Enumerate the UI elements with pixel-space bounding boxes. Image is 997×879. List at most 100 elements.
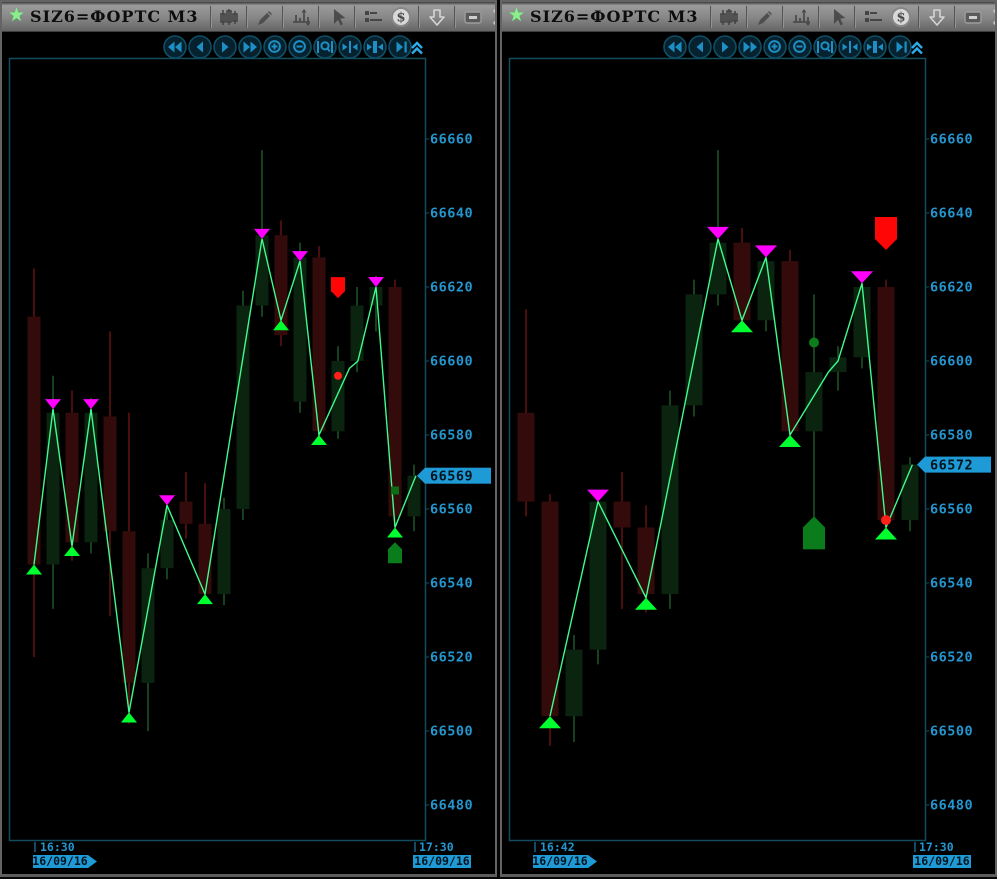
buy-signal-pentagon: [388, 542, 402, 563]
nav-zoom-out-button[interactable]: [289, 36, 311, 58]
toolbar-separator: [710, 6, 712, 28]
close-button[interactable]: [988, 4, 995, 30]
restore-button[interactable]: [960, 4, 986, 30]
candle: [686, 280, 703, 417]
nav-fit-vertical-button[interactable]: [364, 36, 386, 58]
pivot-low-triangle: [635, 598, 657, 610]
red-dot-marker: [881, 515, 891, 525]
trades-button[interactable]: [288, 4, 314, 30]
candle: [313, 246, 326, 442]
pencil-button[interactable]: [752, 4, 778, 30]
levels-button[interactable]: [360, 4, 386, 30]
nav-collapse-button[interactable]: [412, 43, 422, 54]
candle: [590, 494, 607, 664]
close-button[interactable]: [488, 4, 495, 30]
candle: [66, 391, 79, 561]
nav-fast-forward-button[interactable]: [239, 36, 261, 58]
nav-step-forward-button[interactable]: [214, 36, 236, 58]
green-dot-marker: [809, 338, 819, 348]
price-axis-label: 66580: [430, 428, 473, 444]
pivot-high-triangle: [707, 227, 729, 239]
nav-rewind-button[interactable]: [164, 36, 186, 58]
candlesticks-button[interactable]: [716, 4, 742, 30]
price-axis-label: 66640: [430, 206, 473, 222]
candlesticks-button[interactable]: [216, 4, 242, 30]
cursor-icon: [826, 6, 848, 28]
date-tag-start: 16/09/16: [32, 854, 97, 868]
restore-icon: [962, 6, 984, 28]
restore-icon: [462, 6, 484, 28]
chart-area: 6666066640666206660066580665606654066520…: [502, 32, 995, 874]
titlebar[interactable]: ★ SIZ6=ФОРТС М3 $: [502, 2, 995, 32]
send-down-button[interactable]: [924, 4, 950, 30]
send-down-button[interactable]: [424, 4, 450, 30]
price-axis-label: 66640: [930, 206, 973, 222]
price-axis-label: 66560: [430, 502, 473, 518]
current-price-tag: 66572: [917, 457, 991, 474]
pivot-low-triangle: [311, 435, 327, 445]
restore-button[interactable]: [460, 4, 486, 30]
cursor-button[interactable]: [824, 4, 850, 30]
chart-canvas[interactable]: 6666066640666206660066580665606654066520…: [502, 32, 995, 874]
nav-step-back-button[interactable]: [189, 36, 211, 58]
dollar-button[interactable]: $: [388, 4, 414, 30]
candle: [614, 472, 631, 609]
candle: [806, 294, 823, 538]
toolbar-separator: [282, 6, 284, 28]
candle: [518, 309, 535, 516]
pivot-low-triangle: [387, 528, 403, 538]
price-axis-label: 66660: [930, 132, 973, 148]
price-axis-label: 66660: [430, 132, 473, 148]
dollar-button[interactable]: $: [888, 4, 914, 30]
date-label-end: 16/09/16: [414, 854, 469, 868]
price-axis-label: 66540: [930, 576, 973, 592]
cursor-button[interactable]: [324, 4, 350, 30]
nav-fit-horizontal-button[interactable]: [339, 36, 361, 58]
nav-fit-vertical-button[interactable]: [864, 36, 886, 58]
close-icon: [490, 6, 495, 28]
candle: [294, 243, 307, 413]
pivot-low-triangle: [875, 528, 897, 540]
toolbar-separator: [246, 6, 248, 28]
toolbar-separator: [854, 6, 856, 28]
trades-button[interactable]: [788, 4, 814, 30]
current-price-label: 66569: [430, 468, 473, 484]
time-axis-label-end: 17:30: [919, 840, 954, 854]
nav-step-back-button[interactable]: [689, 36, 711, 58]
candle: [782, 250, 799, 442]
nav-zoom-out-button[interactable]: [789, 36, 811, 58]
price-axis-label: 66560: [930, 502, 973, 518]
nav-step-forward-button[interactable]: [714, 36, 736, 58]
nav-zoom-in-button[interactable]: [264, 36, 286, 58]
candle: [351, 287, 364, 372]
sell-signal-pentagon: [331, 277, 345, 298]
toolbar-separator: [746, 6, 748, 28]
titlebar-toolbar: [707, 2, 887, 31]
toolbar-separator: [782, 6, 784, 28]
pivot-high-triangle: [851, 271, 873, 283]
nav-go-to-end-button[interactable]: [889, 36, 911, 58]
nav-fit-horizontal-button[interactable]: [839, 36, 861, 58]
nav-zoom-area-button[interactable]: [814, 36, 836, 58]
titlebar[interactable]: ★ SIZ6=ФОРТС М3 $: [2, 2, 495, 32]
nav-collapse-button[interactable]: [912, 43, 922, 54]
candle: [662, 391, 679, 609]
nav-zoom-area-button[interactable]: [314, 36, 336, 58]
nav-zoom-in-button[interactable]: [764, 36, 786, 58]
price-axis-label: 66520: [930, 650, 973, 666]
nav-rewind-button[interactable]: [664, 36, 686, 58]
nav-fast-forward-button[interactable]: [739, 36, 761, 58]
pencil-icon: [754, 6, 776, 28]
sell-signal-pentagon: [875, 217, 897, 250]
pivot-high-triangle: [587, 490, 609, 502]
favorite-star-icon: ★: [2, 6, 30, 27]
buy-signal-pentagon: [803, 516, 825, 549]
close-icon: [990, 6, 995, 28]
levels-button[interactable]: [860, 4, 886, 30]
chart-canvas[interactable]: 6666066640666206660066580665606654066520…: [2, 32, 495, 874]
toolbar-separator: [818, 6, 820, 28]
pencil-button[interactable]: [252, 4, 278, 30]
nav-go-to-end-button[interactable]: [389, 36, 411, 58]
date-tag-end: 16/09/16: [913, 854, 971, 868]
dollar-icon: $: [390, 6, 412, 28]
